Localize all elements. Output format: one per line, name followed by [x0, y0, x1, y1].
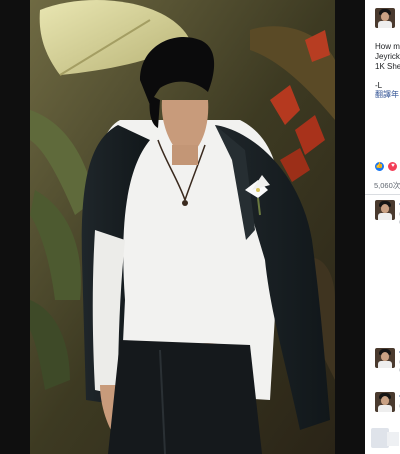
see-translation-link[interactable]: 翻譯年: [375, 89, 399, 100]
post-caption: How m Jeyrick 1K She -L: [375, 42, 400, 91]
post-sidebar: How m Jeyrick 1K She -L 翻譯年 👍 ♥ ☺ 5,060次…: [365, 0, 400, 454]
caption-line-2: Jeyrick: [375, 52, 400, 61]
view-count: 5,060次: [374, 181, 400, 190]
comment-avatar[interactable]: [375, 392, 395, 412]
post-photo[interactable]: [0, 0, 365, 454]
comment-avatar[interactable]: [375, 200, 395, 220]
author-avatar[interactable]: [375, 8, 395, 28]
reaction-summary[interactable]: 👍 ♥ ☺: [374, 158, 400, 173]
comment-avatar[interactable]: [375, 348, 395, 368]
caption-line-3: 1K She: [375, 62, 400, 71]
photo-image: [0, 0, 365, 454]
like-icon: 👍: [374, 161, 385, 173]
divider: [365, 194, 400, 195]
love-icon: ♥: [387, 161, 399, 173]
caption-line-1: How m: [375, 42, 400, 51]
reply-box-extension: [387, 432, 399, 446]
